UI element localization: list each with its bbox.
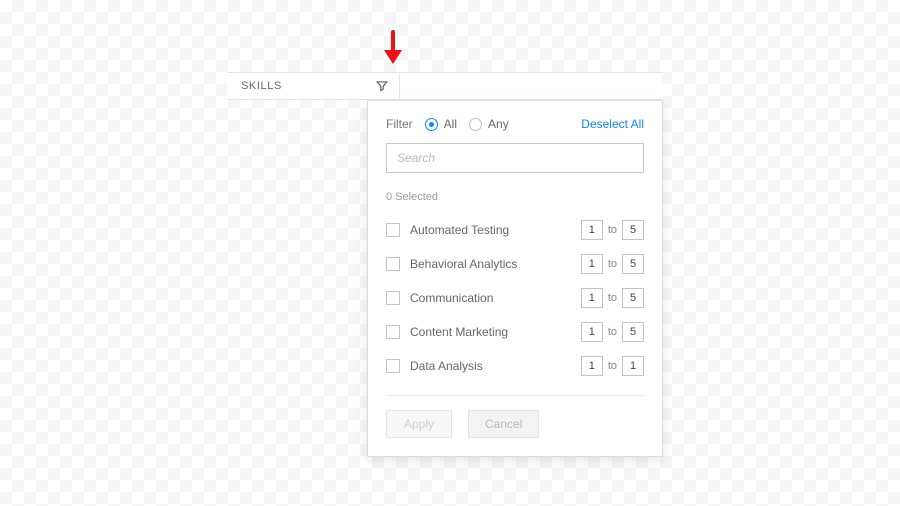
skill-checkbox[interactable] <box>386 359 400 373</box>
range-to-label: to <box>608 292 617 304</box>
range-max-input[interactable]: 5 <box>622 322 644 342</box>
range-to-label: to <box>608 326 617 338</box>
cancel-button[interactable]: Cancel <box>468 410 539 438</box>
skills-column-header[interactable]: SKILLS <box>227 73 400 99</box>
range-min-input[interactable]: 1 <box>581 288 603 308</box>
skill-row: Data Analysis 1 to 1 <box>386 349 644 383</box>
skill-name: Automated Testing <box>410 223 509 237</box>
filter-label: Filter <box>386 117 413 131</box>
apply-button[interactable]: Apply <box>386 410 452 438</box>
pointer-arrow <box>384 30 402 64</box>
filter-icon[interactable] <box>375 79 389 93</box>
filter-mode-any-radio[interactable]: Any <box>469 117 509 131</box>
radio-icon <box>469 118 482 131</box>
skill-name: Data Analysis <box>410 359 483 373</box>
selected-count: 0 Selected <box>386 191 644 203</box>
range-max-input[interactable]: 5 <box>622 288 644 308</box>
range-max-input[interactable]: 1 <box>622 356 644 376</box>
skill-row: Behavioral Analytics 1 to 5 <box>386 247 644 281</box>
skill-range: 1 to 1 <box>581 356 644 376</box>
skill-row: Communication 1 to 5 <box>386 281 644 315</box>
column-header-bar: SKILLS <box>227 72 663 100</box>
skill-range: 1 to 5 <box>581 322 644 342</box>
deselect-all-link[interactable]: Deselect All <box>581 117 644 131</box>
filter-mode-all-radio[interactable]: All <box>425 117 457 131</box>
skill-name: Communication <box>410 291 493 305</box>
skill-name: Behavioral Analytics <box>410 257 517 271</box>
range-min-input[interactable]: 1 <box>581 254 603 274</box>
skill-checkbox[interactable] <box>386 223 400 237</box>
skill-range: 1 to 5 <box>581 220 644 240</box>
skill-checkbox[interactable] <box>386 257 400 271</box>
skill-range: 1 to 5 <box>581 254 644 274</box>
skills-column-label: SKILLS <box>241 80 282 92</box>
divider <box>386 395 644 396</box>
skills-filter-panel: Filter All Any Deselect All Search 0 Sel… <box>367 100 663 457</box>
skill-name: Content Marketing <box>410 325 508 339</box>
range-max-input[interactable]: 5 <box>622 254 644 274</box>
range-max-input[interactable]: 5 <box>622 220 644 240</box>
search-input[interactable]: Search <box>386 143 644 173</box>
skill-checkbox[interactable] <box>386 291 400 305</box>
range-min-input[interactable]: 1 <box>581 322 603 342</box>
filter-mode-all-label: All <box>444 117 457 131</box>
range-min-input[interactable]: 1 <box>581 356 603 376</box>
filter-mode-any-label: Any <box>488 117 509 131</box>
range-min-input[interactable]: 1 <box>581 220 603 240</box>
skill-checkbox[interactable] <box>386 325 400 339</box>
skill-range: 1 to 5 <box>581 288 644 308</box>
range-to-label: to <box>608 258 617 270</box>
skill-row: Content Marketing 1 to 5 <box>386 315 644 349</box>
range-to-label: to <box>608 224 617 236</box>
range-to-label: to <box>608 360 617 372</box>
skill-row: Automated Testing 1 to 5 <box>386 213 644 247</box>
radio-icon <box>425 118 438 131</box>
